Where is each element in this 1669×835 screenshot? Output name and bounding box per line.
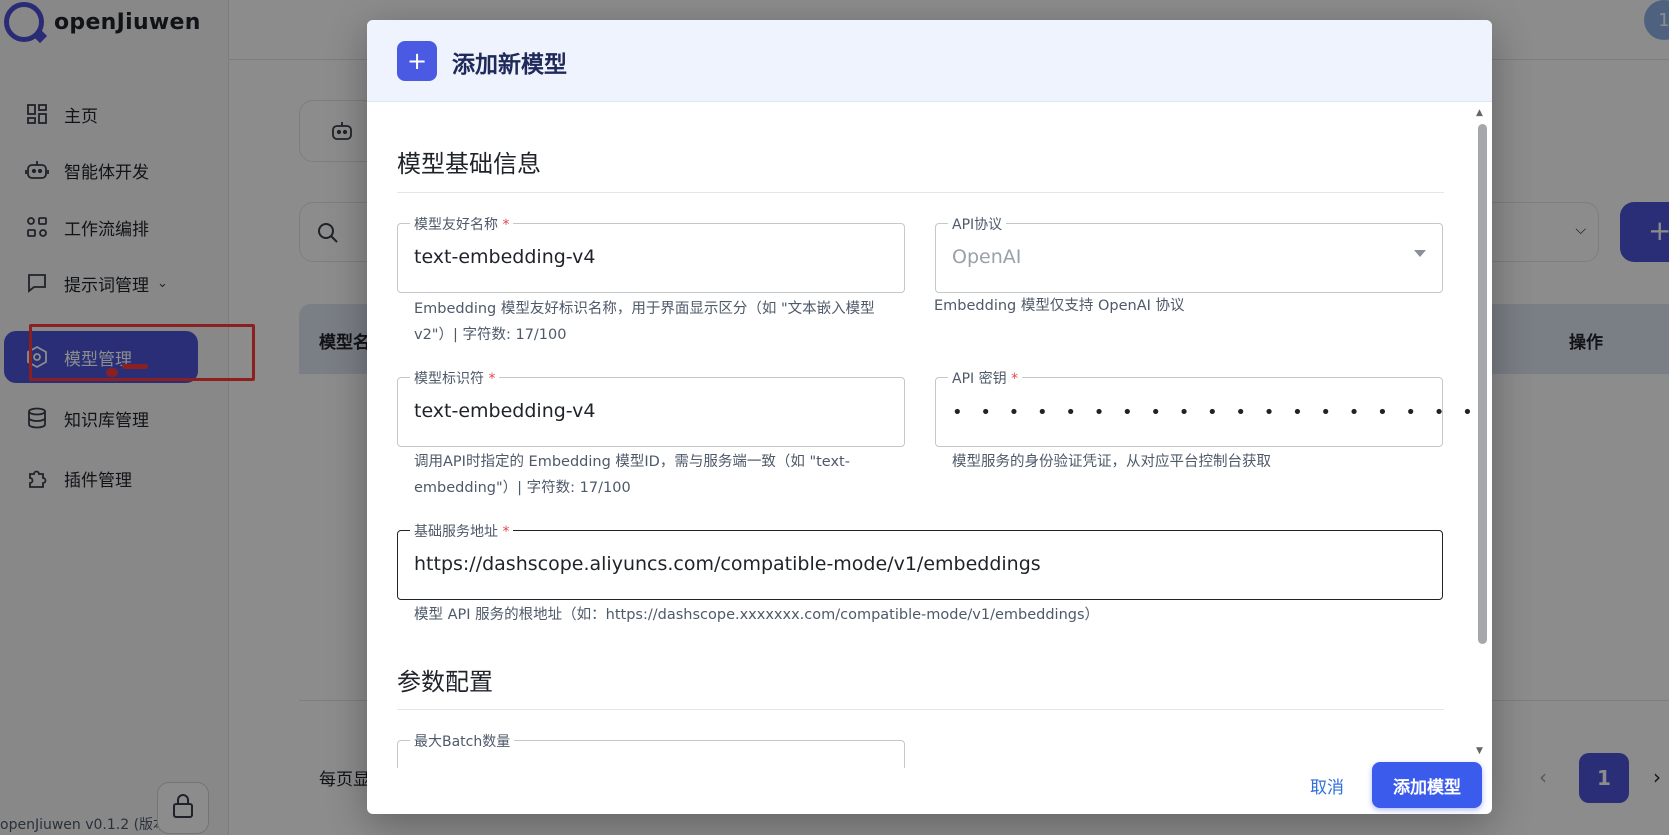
divider: [397, 192, 1444, 193]
field-label: 模型友好名称 *: [410, 214, 514, 234]
field-label: 基础服务地址 *: [410, 521, 514, 541]
scrollbar-thumb[interactable]: [1478, 124, 1487, 644]
scroll-up-arrow[interactable]: ▲: [1476, 108, 1483, 118]
api-key-value: • • • • • • • • • • • • • • • • • • • • …: [952, 402, 1492, 423]
dialog-header: + 添加新模型: [367, 20, 1492, 102]
caret-down-icon: [1414, 250, 1426, 257]
add-model-dialog: + 添加新模型 ▲ ▼ 模型基础信息 模型友好名称 * text-embeddi…: [367, 20, 1492, 814]
field-label: 最大Batch数量: [410, 731, 515, 751]
dialog-footer: 取消 添加模型: [367, 762, 1492, 814]
friendly-name-value: text-embedding-v4: [414, 246, 596, 268]
field-label: 模型标识符 *: [410, 368, 500, 388]
field-label: API 密钥 *: [948, 368, 1023, 388]
model-id-field[interactable]: 模型标识符 * text-embedding-v4: [397, 368, 905, 447]
base-url-value: https://dashscope.aliyuncs.com/compatibl…: [414, 553, 1041, 575]
api-protocol-help: Embedding 模型仅支持 OpenAI 协议: [934, 298, 1185, 314]
field-label: API协议: [948, 214, 1007, 234]
section-title-basic: 模型基础信息: [397, 150, 541, 178]
base-url-field[interactable]: 基础服务地址 * https://dashscope.aliyuncs.com/…: [397, 521, 1443, 600]
api-key-field[interactable]: API 密钥 * • • • • • • • • • • • • • • • •…: [935, 368, 1492, 447]
dialog-title: 添加新模型: [452, 52, 567, 78]
add-model-button[interactable]: 添加模型: [1372, 762, 1482, 808]
plus-icon: +: [397, 41, 437, 81]
max-batch-field[interactable]: 最大Batch数量: [397, 731, 905, 768]
scroll-down-arrow[interactable]: ▼: [1476, 746, 1483, 756]
model-id-value: text-embedding-v4: [414, 400, 596, 422]
section-title-params: 参数配置: [397, 668, 493, 696]
cancel-button[interactable]: 取消: [1287, 762, 1367, 808]
friendly-name-help: Embedding 模型友好标识名称，用于界面显示区分（如 "文本嵌入模型 v2…: [414, 301, 875, 343]
api-protocol-select[interactable]: API协议 OpenAI: [935, 214, 1443, 293]
api-key-help: 模型服务的身份验证凭证，从对应平台控制台获取: [952, 454, 1271, 470]
dialog-body: ▲ ▼ 模型基础信息 模型友好名称 * text-embedding-v4 Em…: [367, 102, 1492, 768]
api-protocol-value: OpenAI: [952, 246, 1022, 268]
base-url-help: 模型 API 服务的根地址（如：https://dashscope.xxxxxx…: [414, 607, 1100, 623]
friendly-name-field[interactable]: 模型友好名称 * text-embedding-v4: [397, 214, 905, 293]
divider: [397, 709, 1444, 710]
model-id-help: 调用API时指定的 Embedding 模型ID，需与服务端一致（如 "text…: [414, 454, 850, 496]
